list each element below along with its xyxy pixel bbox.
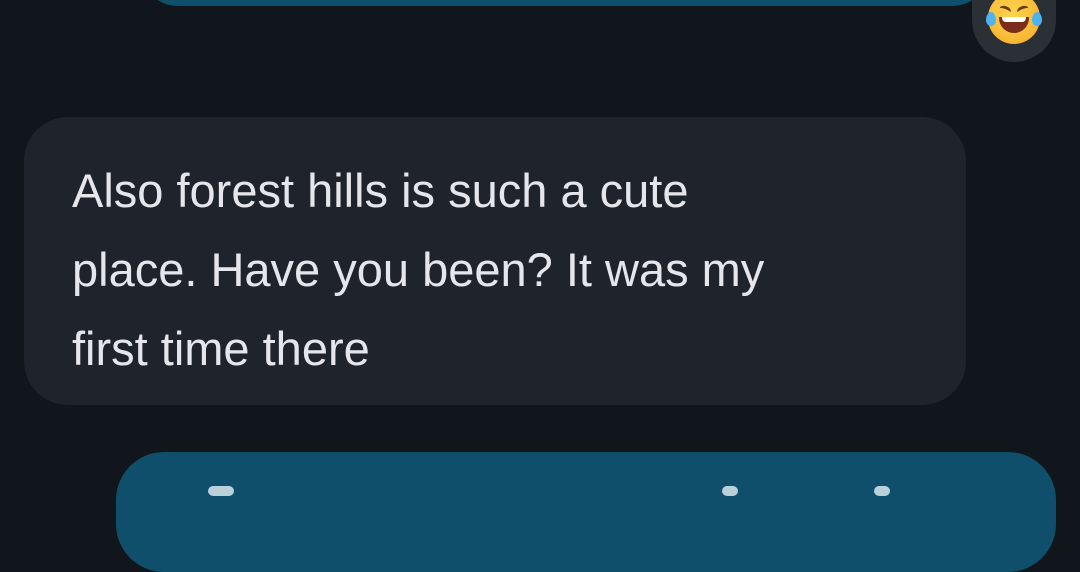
- outgoing-message-bubble[interactable]: [140, 0, 990, 6]
- incoming-message-bubble[interactable]: Also forest hills is such a cute place. …: [24, 117, 966, 405]
- outgoing-message-bubble[interactable]: [116, 452, 1056, 572]
- message-text-fragment: [722, 486, 738, 496]
- message-text: Also forest hills is such a cute place. …: [72, 164, 765, 375]
- message-reaction-chip[interactable]: [972, 0, 1056, 62]
- message-text-fragment: [208, 486, 234, 496]
- message-text-fragment: [874, 486, 890, 496]
- face-with-tears-of-joy-icon: [986, 0, 1042, 44]
